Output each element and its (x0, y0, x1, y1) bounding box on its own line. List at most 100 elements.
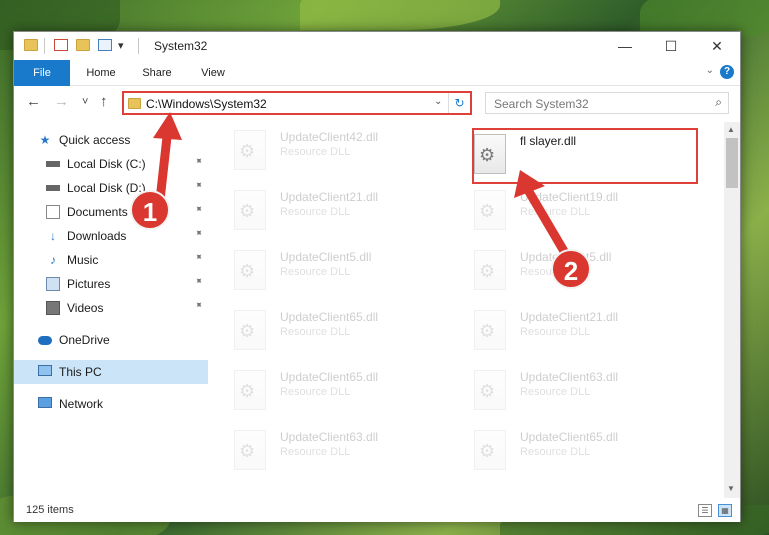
sidebar-item-label: Downloads (67, 229, 127, 243)
file-name: UpdateClient21.dll (280, 190, 379, 204)
status-bar: 125 items ☰ ▦ (14, 500, 740, 522)
help-icon[interactable]: ? (720, 65, 734, 79)
gear-icon: ⚙ (479, 321, 496, 341)
file-name: UpdateClient65.dll (280, 370, 379, 384)
refresh-button[interactable]: ↻ (448, 93, 470, 113)
sidebar-item-label: Network (59, 397, 104, 411)
sidebar-item-local-disk-c[interactable]: Local Disk (C:) ✦ (14, 152, 208, 176)
minimize-button[interactable]: — (602, 32, 648, 60)
address-path[interactable]: C:\Windows\System32 (146, 97, 267, 111)
navigation-bar: ← → ˅ ↑ C:\Windows\System32 ⌄ ↻ Search S… (14, 87, 740, 119)
close-button[interactable]: ✕ (694, 32, 740, 60)
dll-file-icon: ⚙ (474, 250, 506, 290)
up-button[interactable]: ↑ (100, 93, 108, 110)
videos-icon (46, 301, 60, 315)
sidebar-item-onedrive[interactable]: OneDrive (14, 328, 208, 352)
item-count: 125 items (26, 504, 74, 516)
scroll-down-icon[interactable]: ▼ (727, 484, 735, 493)
sidebar-item-music[interactable]: ♪ Music ✦ (14, 248, 208, 272)
file-name: UpdateClient63.dll (520, 370, 619, 384)
gear-icon: ⚙ (479, 441, 496, 461)
dll-file-icon: ⚙ (474, 430, 506, 470)
gear-icon: ⚙ (239, 381, 256, 401)
file-type: Resource DLL (520, 326, 591, 338)
pin-icon: ✦ (191, 202, 206, 217)
sidebar-item-label: Pictures (67, 277, 111, 291)
file-item[interactable]: ⚙ UpdateClient19.dll Resource DLL (454, 184, 684, 234)
file-name: UpdateClient42.dll (280, 130, 379, 144)
title-separator (138, 38, 139, 54)
address-dropdown-icon[interactable]: ⌄ (434, 96, 442, 107)
file-name: UpdateClient5.dll (280, 250, 372, 264)
dll-file-icon: ⚙ (474, 370, 506, 410)
file-item[interactable]: ⚙ UpdateClient5.dll Resource DLL (214, 244, 444, 294)
window-title: System32 (154, 39, 208, 53)
background-leaf (300, 0, 500, 30)
pin-icon: ✦ (191, 154, 206, 169)
tab-share[interactable]: Share (132, 60, 182, 86)
sidebar-item-label: Quick access (59, 133, 131, 147)
tab-view[interactable]: View (188, 60, 238, 86)
sidebar-item-label: This PC (59, 365, 102, 379)
file-type: Resource DLL (280, 386, 351, 398)
pin-icon: ✦ (191, 226, 206, 241)
gear-icon: ⚙ (239, 441, 256, 461)
ribbon-collapse-icon[interactable]: ⌄ (706, 65, 714, 76)
maximize-button[interactable]: ☐ (648, 32, 694, 60)
file-item[interactable]: ⚙ UpdateClient63.dll Resource DLL (214, 424, 444, 474)
sidebar-item-pictures[interactable]: Pictures ✦ (14, 272, 208, 296)
quick-access-toolbar-dropdown[interactable]: ▾ (118, 39, 124, 52)
file-item[interactable]: ⚙ UpdateClient63.dll Resource DLL (454, 364, 684, 414)
scroll-thumb[interactable] (726, 138, 738, 188)
address-bar[interactable]: C:\Windows\System32 ⌄ ↻ (122, 91, 472, 115)
file-item[interactable]: ⚙ UpdateClient42.dll Resource DLL (214, 124, 444, 174)
sidebar-item-this-pc[interactable]: This PC (14, 360, 208, 384)
file-item[interactable]: ⚙ UpdateClient65.dll Resource DLL (214, 304, 444, 354)
file-item[interactable]: ⚙ UpdateClient65.dll Resource DLL (214, 364, 444, 414)
file-item[interactable]: ⚙ UpdateClient65.dll Resource DLL (454, 424, 684, 474)
search-icon[interactable]: ⌕ (715, 95, 722, 110)
file-type: Resource DLL (280, 446, 351, 458)
new-folder-icon[interactable] (76, 39, 90, 51)
file-item[interactable]: ⚙ UpdateClient21.dll Resource DLL (214, 184, 444, 234)
large-icons-view-icon[interactable]: ▦ (718, 504, 732, 517)
documents-icon (46, 205, 60, 219)
vertical-scrollbar[interactable]: ▲ ▼ (724, 122, 740, 498)
recent-locations-button[interactable]: ˅ (82, 96, 88, 108)
details-view-icon[interactable]: ☰ (698, 504, 712, 517)
dll-file-icon: ⚙ (234, 310, 266, 350)
forward-button[interactable]: → (54, 93, 69, 110)
download-icon: ↓ (50, 229, 56, 243)
properties-icon[interactable] (98, 39, 112, 51)
drive-icon (46, 161, 60, 167)
sidebar-item-label: OneDrive (59, 333, 110, 347)
tab-home[interactable]: Home (76, 60, 126, 86)
sidebar-item-quick-access[interactable]: ★ Quick access (14, 128, 208, 152)
search-input[interactable]: Search System32 ⌕ (485, 92, 729, 114)
pictures-icon (46, 277, 60, 291)
tab-file[interactable]: File (14, 60, 70, 86)
folder-icon (128, 98, 141, 109)
file-type: Resource DLL (520, 206, 591, 218)
gear-icon: ⚙ (479, 381, 496, 401)
dll-file-icon: ⚙ (474, 310, 506, 350)
sidebar-item-videos[interactable]: Videos ✦ (14, 296, 208, 320)
file-type: Resource DLL (520, 386, 591, 398)
sidebar-item-network[interactable]: Network (14, 392, 208, 416)
step-2-badge: 2 (551, 249, 591, 289)
sidebar-item-downloads[interactable]: ↓ Downloads ✦ (14, 224, 208, 248)
scroll-up-icon[interactable]: ▲ (727, 125, 735, 134)
dll-file-icon: ⚙ (474, 190, 506, 230)
file-explorer-window: ▾ System32 — ☐ ✕ File Home Share View ⌄ … (13, 31, 741, 522)
folder-icon (24, 39, 38, 51)
sidebar-item-documents[interactable]: Documents ✦ (14, 200, 208, 224)
file-item[interactable]: ⚙ UpdateClient21.dll Resource DLL (454, 304, 684, 354)
file-name: UpdateClient63.dll (280, 430, 379, 444)
cloud-icon (38, 336, 52, 345)
dll-file-icon: ⚙ (234, 190, 266, 230)
sidebar-item-local-disk-d[interactable]: Local Disk (D:) ✦ (14, 176, 208, 200)
pin-icon: ✦ (191, 178, 206, 193)
properties-checkmark-icon[interactable] (54, 39, 68, 51)
gear-icon: ⚙ (239, 321, 256, 341)
back-button[interactable]: ← (26, 93, 41, 110)
